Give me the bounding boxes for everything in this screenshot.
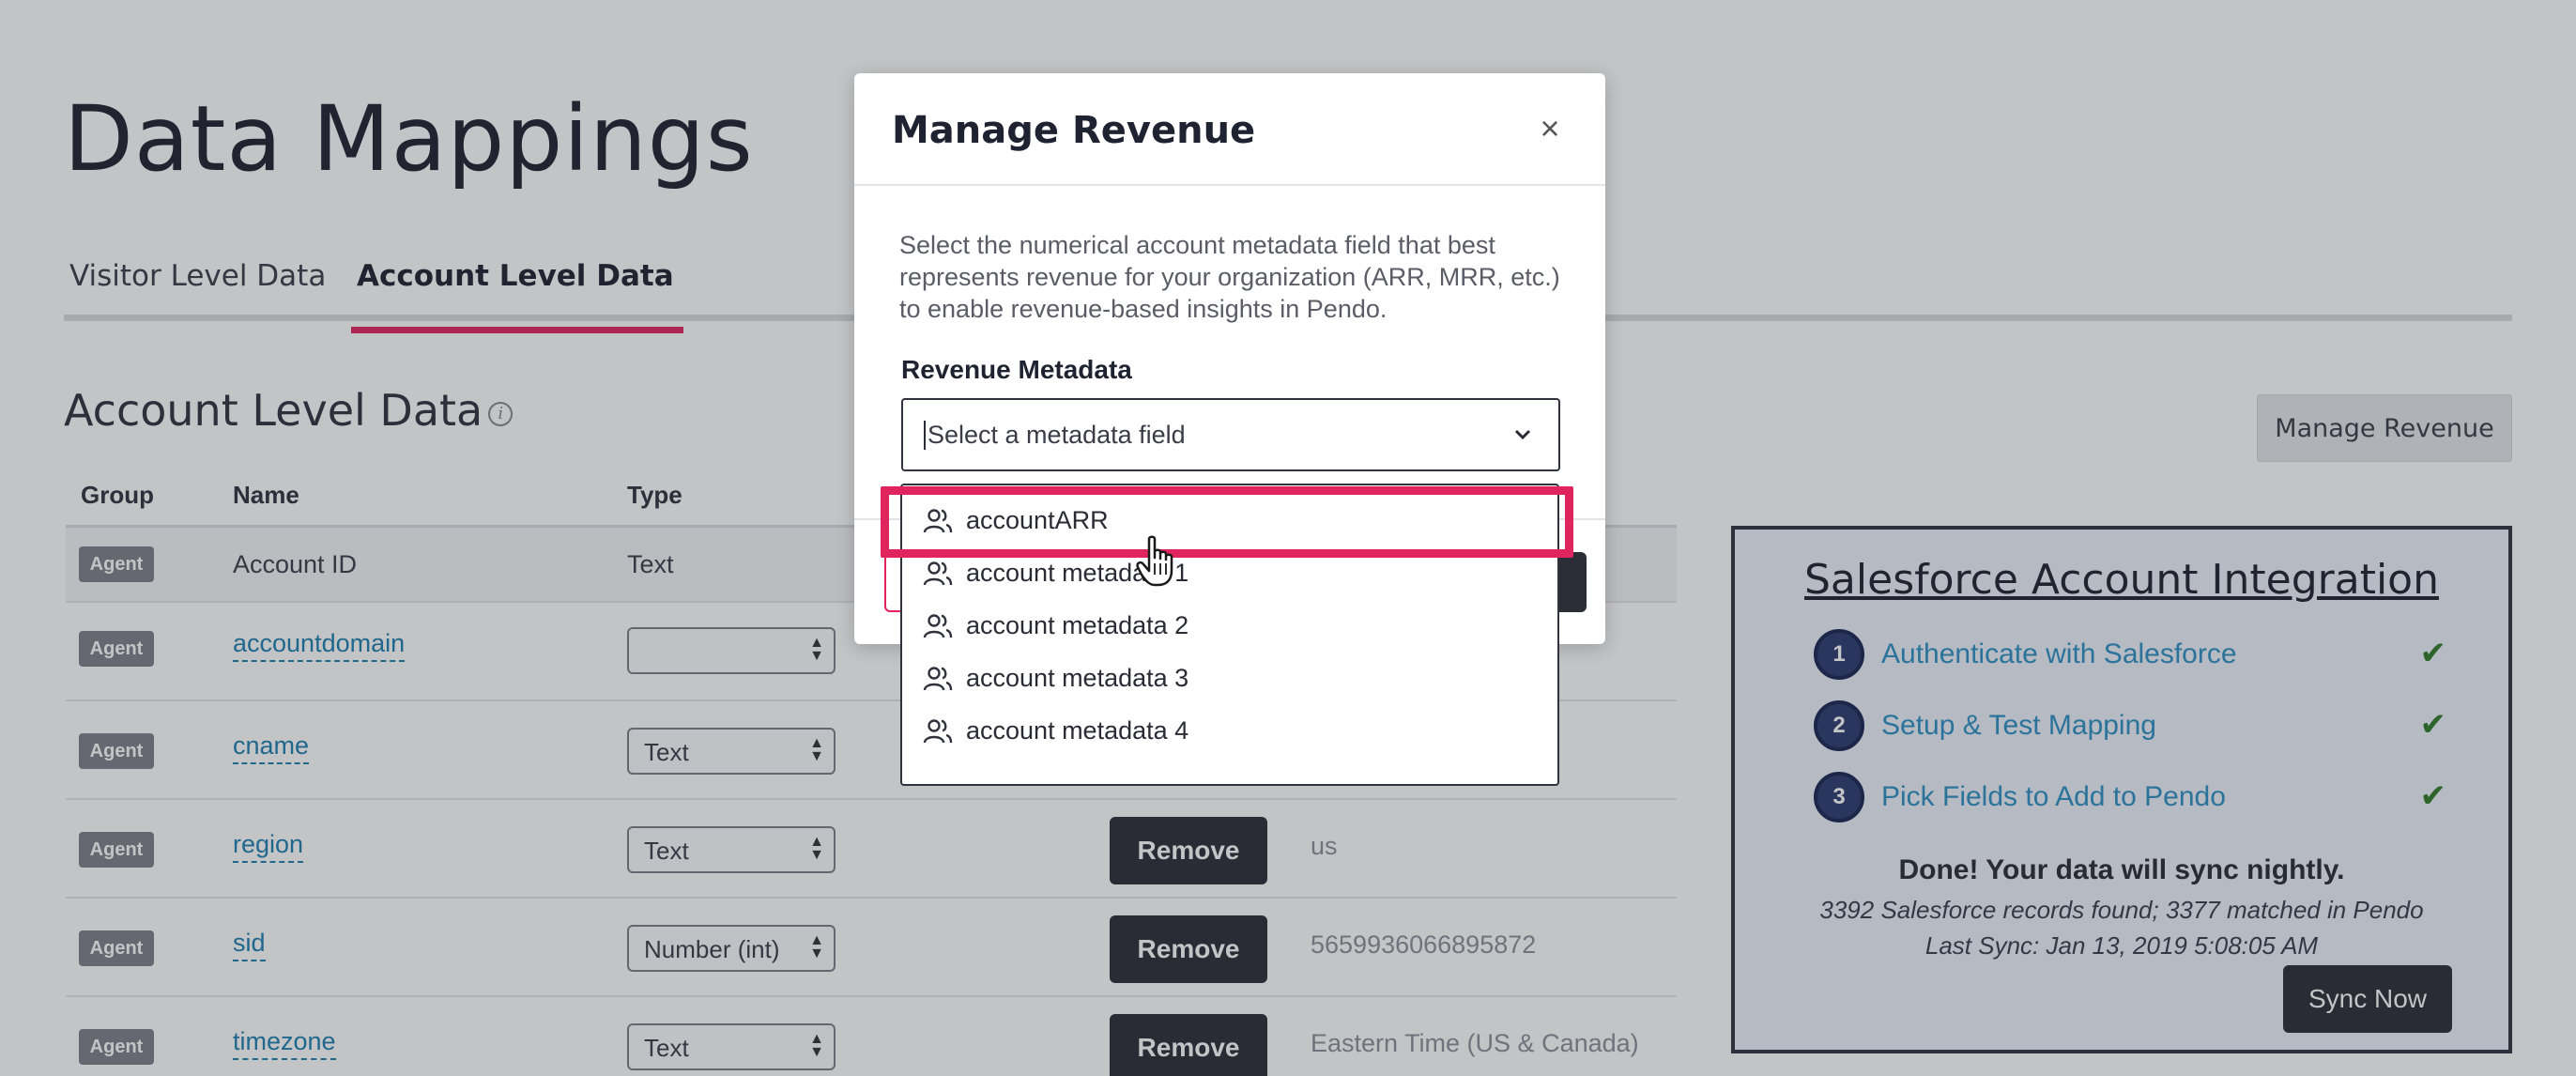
chevron-down-icon: [1514, 429, 1531, 440]
save-button[interactable]: [1558, 552, 1587, 612]
metadata-select[interactable]: Select a metadata field: [901, 398, 1560, 471]
option-label: account metadata 3: [966, 664, 1189, 692]
dropdown-option[interactable]: account metadata 4: [902, 705, 1557, 758]
users-icon: [923, 561, 953, 586]
dropdown-option[interactable]: account metadata 2: [902, 600, 1557, 653]
highlight-annotation: [881, 486, 1573, 558]
option-label: account metadata 4: [966, 716, 1189, 745]
metadata-select-placeholder: Select a metadata field: [924, 421, 1186, 450]
cancel-button[interactable]: [884, 552, 901, 612]
modal-description: Select the numerical account metadata fi…: [899, 231, 1560, 323]
hand-cursor-icon: [1136, 535, 1173, 587]
users-icon: [923, 614, 953, 638]
revenue-metadata-label: Revenue Metadata: [901, 355, 1132, 384]
option-label: account metadata 2: [966, 611, 1189, 639]
modal-title: Manage Revenue: [892, 109, 1256, 152]
modal-header: Manage Revenue ×: [854, 73, 1605, 186]
close-icon[interactable]: ×: [1534, 112, 1566, 146]
users-icon: [923, 719, 953, 744]
dropdown-option[interactable]: account metadata 3: [902, 653, 1557, 705]
users-icon: [923, 667, 953, 691]
